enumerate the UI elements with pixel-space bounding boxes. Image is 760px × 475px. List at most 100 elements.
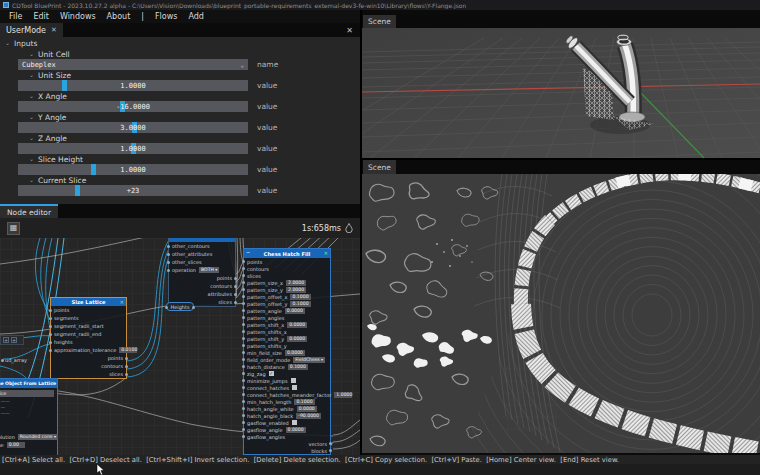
node-port-row[interactable]: segments (51, 314, 126, 322)
node-port-row[interactable]: connect_hatches (244, 384, 330, 391)
size-lattice-node[interactable]: Size Lattice✕ pointssegmentssegment_radi… (50, 297, 127, 379)
node-name-field[interactable]: lattice (0, 390, 54, 397)
tab-usermode[interactable]: UserMode ✕ (0, 23, 63, 37)
tree-inputs[interactable]: ⌄ Inputs (0, 37, 360, 49)
tab-node-editor[interactable]: Node editor (0, 204, 58, 218)
node-port-row[interactable]: approximation_tolerance0.0100 (51, 346, 126, 354)
tab-close-icon[interactable]: ✕ (51, 26, 57, 34)
node-port-row[interactable]: hatch_angle_black-90.0000 (244, 412, 330, 419)
node-close-icon[interactable]: ✕ (51, 380, 55, 386)
node-port-row[interactable]: other_attributes (169, 250, 235, 258)
node-port-row[interactable]: points (51, 354, 126, 362)
window-title: CDTool BluePrint - 2023.10.27.2 alpha - … (12, 2, 466, 9)
node-port-row[interactable]: connect_hatches_meander_factor1.0000 (244, 391, 330, 398)
node-port-row[interactable]: heights (51, 338, 126, 346)
node-port-row[interactable]: value0.00 (0, 441, 57, 449)
node-port-row[interactable]: operationBOTH (169, 266, 235, 274)
node-port-row[interactable]: segment_radii_start (51, 322, 126, 330)
node-port-row[interactable]: min_hatch_length0.1000 (244, 398, 330, 405)
bottom-strip (0, 464, 760, 475)
menu-item[interactable]: Flows (155, 12, 177, 21)
scene-slice-viewport[interactable] (362, 174, 760, 453)
node-port-row[interactable]: hatch_distance0.1000 (244, 363, 330, 370)
node-close-icon[interactable]: ✕ (120, 299, 124, 305)
menu-item[interactable]: File (9, 12, 22, 21)
node-port-row[interactable]: attributes (169, 290, 235, 298)
node-port-row[interactable]: points (169, 274, 235, 282)
node-port-row[interactable]: gasflow_enabled (244, 419, 330, 426)
menu-item[interactable]: | (141, 12, 144, 21)
node-port-row[interactable]: min_field_size0.0000 (244, 349, 330, 356)
node-port-row[interactable]: zig_zag (244, 370, 330, 377)
node-port-row[interactable]: segment_radii_end (51, 330, 126, 338)
status-bar: [Ctrl+A] Select all. [Ctrl+D] Deselect a… (0, 455, 760, 464)
grid-layout-button[interactable]: ▦ (7, 222, 20, 235)
node-port-row[interactable]: pattern_shifts_x (244, 328, 330, 335)
node-port-row[interactable]: other_contours (169, 242, 235, 250)
node-port-row[interactable]: hatch_angle_white0.0000 (244, 405, 330, 412)
node-port-row[interactable]: slices (51, 370, 126, 378)
param-slider[interactable]: -16.0000 (18, 101, 248, 112)
node-port-row[interactable]: pattern_offset_x0.1000 (244, 293, 330, 300)
tab-scene-1[interactable]: Scene (363, 15, 396, 28)
combine-node[interactable]: other_contoursother_attributesother_slic… (168, 238, 236, 307)
scene-3d-viewport[interactable] (362, 28, 760, 158)
node-port-row[interactable]: blocks (244, 447, 330, 454)
param-group: ⌄ Current Slice +23 value (0, 175, 360, 196)
param-slider[interactable]: 1.0000 (18, 164, 248, 175)
slider-handle[interactable] (75, 185, 80, 196)
node-port-row[interactable]: pattern_size_x2.0000 (244, 279, 330, 286)
slider-handle[interactable] (91, 164, 96, 175)
inputs-panel: ⌄ Inputs ⌄ Unit Cell Cubeplex ⌄ name (0, 37, 360, 204)
node-editor-tab-row: Node editor (0, 204, 360, 218)
app-window: CDTool BluePrint - 2023.10.27.2 alpha - … (0, 0, 760, 475)
node-port-row[interactable]: pattern_shift_y0.0000 (244, 335, 330, 342)
node-port-row[interactable]: contours (51, 362, 126, 370)
param-group: ⌄ Y Angle 3.0000 value (0, 112, 360, 133)
menu-item[interactable]: About (107, 12, 131, 21)
node-port-row[interactable]: field_order_modeFieldChess (244, 356, 330, 363)
node-port-row[interactable]: points (244, 258, 330, 265)
param-slider[interactable]: 1.0000 (18, 143, 248, 154)
slider-handle[interactable] (62, 80, 67, 91)
node-port-row[interactable]: pattern_shifts_y (244, 342, 330, 349)
chevron-down-icon: ⌄ (29, 93, 34, 99)
chess-hatch-fill-node[interactable]: −Chess Hatch Fill✕ pointscontoursslicesp… (243, 248, 331, 455)
node-close-icon[interactable]: ✕ (324, 250, 328, 256)
node-port-row[interactable]: pattern_angle0.0000 (244, 307, 330, 314)
menu-item[interactable]: Windows (60, 12, 96, 21)
scene1-tab-row: Scene (362, 15, 760, 28)
chevron-down-icon: ⌄ (29, 72, 34, 78)
node-port-row[interactable]: points (51, 306, 126, 314)
scene-object-node[interactable]: Scene Object From Lattice✕ lattice ▸ —— … (0, 378, 58, 455)
execution-time: 1s:658ms (302, 224, 341, 233)
node-port-row[interactable]: contours (169, 282, 235, 290)
node-port-row[interactable]: vectors (244, 440, 330, 447)
node-port-row[interactable]: gasflow_angle0.0000 (244, 426, 330, 433)
node-port-row[interactable]: pattern_offset_y0.1000 (244, 300, 330, 307)
menu-item[interactable]: Edit (33, 12, 49, 21)
menu-item[interactable]: Add (188, 12, 204, 21)
param-slider[interactable]: +23 (18, 185, 248, 196)
heights-node[interactable]: Heights (166, 302, 194, 311)
panel-close-icon[interactable]: ✕ (346, 26, 353, 35)
node-editor-canvas[interactable]: other_contoursother_attributesother_slic… (0, 238, 360, 455)
node-port-row[interactable]: minimize_jumps (244, 377, 330, 384)
menu-bar: File Edit Windows About | Flows Add (0, 10, 360, 23)
node-port-row[interactable]: pattern_size_y2.0000 (244, 286, 330, 293)
chevron-down-icon: ⌄ (29, 135, 34, 141)
param-slider[interactable]: 3.0000 (18, 122, 248, 133)
node-port-row[interactable]: slices (244, 272, 330, 279)
node-port-row[interactable]: contours (244, 265, 330, 272)
node-port-row[interactable]: pattern_angles (244, 314, 330, 321)
node-collapse-icon[interactable]: − (246, 249, 250, 255)
unit-cell-dropdown[interactable]: Cubeplex ⌄ (18, 59, 248, 70)
node-port-row[interactable]: pattern_shift_x0.0000 (244, 321, 330, 328)
node-port-row[interactable]: resolutionRounded cone (0, 433, 57, 441)
param-slider[interactable]: 1.0000 (18, 80, 248, 91)
node-port-row[interactable]: other_slices (169, 258, 235, 266)
collapsed-node[interactable]: ++ (0, 335, 24, 345)
node-port-row[interactable]: gasflow_angles (244, 433, 330, 440)
tab-scene-2[interactable]: Scene (363, 160, 396, 174)
chevron-down-icon: ⌄ (5, 40, 10, 46)
